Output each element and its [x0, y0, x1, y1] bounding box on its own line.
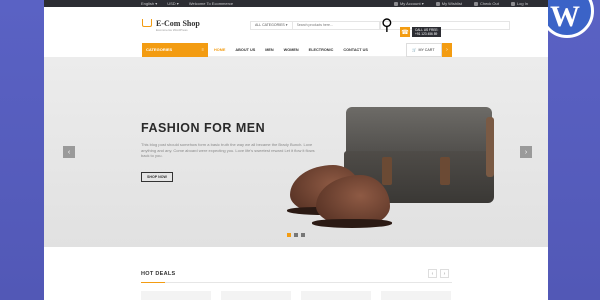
- search-icon: ⚲: [381, 17, 393, 34]
- search-input[interactable]: [292, 21, 379, 29]
- checkout-link[interactable]: Check Out: [473, 1, 499, 6]
- hero-slider: FASHION FOR MEN This blog post should so…: [44, 57, 548, 247]
- chevron-left-icon: ‹: [431, 270, 434, 277]
- nav-item-about-us[interactable]: ABOUT US: [235, 48, 255, 52]
- hero-title: FASHION FOR MEN: [141, 121, 266, 135]
- title-underline: [141, 282, 165, 283]
- slider-dot[interactable]: [287, 233, 291, 237]
- nav-menu: HOME ABOUT US MEN WOMEN ELECTRONIC CONTA…: [214, 48, 368, 52]
- deals-prev-button[interactable]: ‹: [428, 269, 437, 278]
- product-card[interactable]: [301, 291, 371, 300]
- slider-prev-button[interactable]: ‹: [63, 146, 75, 158]
- login-link[interactable]: Log In: [510, 1, 528, 6]
- lock-icon: [510, 1, 515, 6]
- my-account-link[interactable]: My Account ▾: [393, 1, 424, 6]
- site-header: E-Com Shop Ecommerce WordPress ALL CATEG…: [44, 7, 548, 43]
- chevron-left-icon: ‹: [67, 148, 71, 156]
- nav-item-home[interactable]: HOME: [214, 48, 225, 52]
- nav-item-men[interactable]: MEN: [265, 48, 273, 52]
- product-card[interactable]: [381, 291, 451, 300]
- slider-dots: [287, 233, 305, 237]
- cart-label: MY CART: [418, 48, 435, 52]
- cart-icon: 🛒: [412, 48, 417, 52]
- divider: [141, 282, 452, 283]
- cart-logo-icon: [142, 19, 152, 27]
- main-nav: CATEGORIES ≡ HOME ABOUT US MEN WOMEN ELE…: [142, 42, 452, 57]
- product-card[interactable]: [141, 291, 211, 300]
- nav-item-contact-us[interactable]: CONTACT US: [343, 48, 368, 52]
- product-card[interactable]: [221, 291, 291, 300]
- chevron-right-icon: ›: [442, 43, 452, 57]
- site-tagline: Ecommerce WordPress: [156, 27, 188, 32]
- language-select[interactable]: English ▾: [141, 1, 157, 6]
- wishlist-link[interactable]: My Wishlist: [435, 1, 462, 6]
- slider-next-button[interactable]: ›: [520, 146, 532, 158]
- shop-now-button[interactable]: SHOP NOW: [141, 172, 173, 182]
- search-category-select[interactable]: ALL CATEGORIES ▾: [251, 21, 293, 29]
- hot-deals-section: HOT DEALS ‹ ›: [44, 247, 548, 300]
- currency-select[interactable]: USD ▾: [167, 1, 179, 6]
- hero-description: This blog post should somehow form a bas…: [141, 142, 315, 159]
- search-bar: ALL CATEGORIES ▾: [250, 20, 380, 30]
- website-preview: English ▾ USD ▾ Welcome To Ecommerce My …: [44, 0, 548, 300]
- cart-button[interactable]: 🛒 MY CART ›: [406, 43, 452, 57]
- phone-contact: ☎ CALL US FREE: +91 123 456 89: [400, 27, 442, 37]
- nav-item-women[interactable]: WOMEN: [284, 48, 299, 52]
- chevron-right-icon: ›: [524, 148, 528, 156]
- section-title: HOT DEALS: [141, 271, 176, 277]
- deals-next-button[interactable]: ›: [440, 269, 449, 278]
- top-bar: English ▾ USD ▾ Welcome To Ecommerce My …: [44, 0, 548, 7]
- user-icon: [393, 1, 398, 6]
- slider-dot[interactable]: [294, 233, 298, 237]
- phone-number: +91 123 456 89: [415, 32, 438, 36]
- site-name: E-Com Shop: [156, 18, 200, 28]
- chevron-right-icon: ›: [443, 270, 446, 277]
- heart-icon: [435, 1, 440, 6]
- welcome-text: Welcome To Ecommerce: [188, 1, 234, 6]
- nav-item-electronic[interactable]: ELECTRONIC: [309, 48, 334, 52]
- slider-dot[interactable]: [301, 233, 305, 237]
- menu-icon: ≡: [201, 47, 204, 52]
- site-logo[interactable]: E-Com Shop Ecommerce WordPress: [142, 19, 250, 32]
- phone-icon: ☎: [400, 27, 410, 37]
- check-icon: [473, 1, 478, 6]
- categories-button[interactable]: CATEGORIES ≡: [142, 42, 208, 57]
- backdrop-right: [548, 0, 600, 300]
- backdrop-left: [0, 0, 44, 300]
